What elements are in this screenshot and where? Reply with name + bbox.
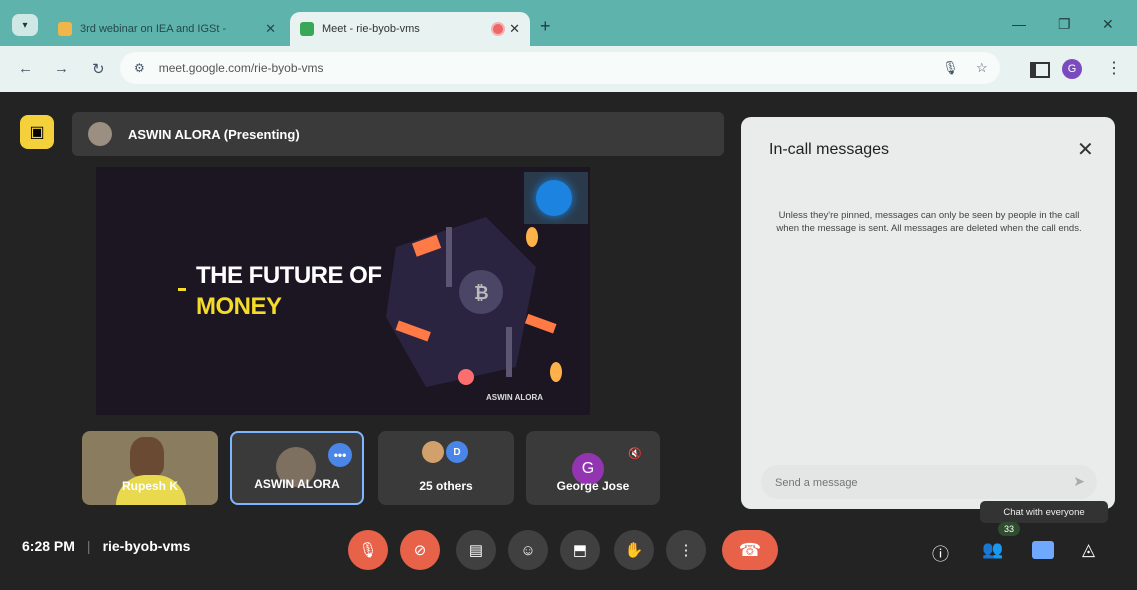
end-call-button[interactable]: ☎	[722, 530, 778, 570]
captions-off-icon[interactable]: ▣	[20, 115, 54, 149]
camera-off-button[interactable]: ⊘	[400, 530, 440, 570]
url-text: meet.google.com/rie-byob-vms	[158, 61, 324, 75]
tab-meet[interactable]: Meet - rie-byob-vms ✕	[290, 12, 530, 46]
slide-footer: ASWIN ALORA	[486, 393, 544, 402]
browser-menu-icon[interactable]: ⋮	[1106, 58, 1122, 78]
panel-info-text: Unless they're pinned, messages can only…	[776, 210, 1082, 234]
participant-tile[interactable]: Rupesh K	[82, 431, 218, 505]
separator: |	[86, 538, 91, 554]
emoji-button[interactable]: ☺	[508, 530, 548, 570]
others-tile[interactable]: D 25 others	[378, 431, 514, 505]
presenter-bar: ASWIN ALORA (Presenting)	[72, 112, 724, 156]
activities-icon[interactable]: ◬	[1082, 540, 1095, 560]
in-call-messages-panel: In-call messages ✕ Unless they're pinned…	[741, 117, 1115, 509]
tab-favicon-icon	[58, 22, 72, 36]
chat-tooltip: Chat with everyone	[980, 501, 1108, 523]
captions-button[interactable]: ▤	[456, 530, 496, 570]
avatar	[130, 437, 164, 477]
participant-name: ASWIN ALORA	[254, 477, 340, 491]
present-button[interactable]: ⬒	[560, 530, 600, 570]
send-icon[interactable]: ➤	[1073, 473, 1085, 490]
people-icon[interactable]: 👥	[982, 540, 1003, 560]
participant-name: George Jose	[556, 479, 630, 493]
slide-title-line2: MONEY	[196, 293, 282, 320]
panel-title: In-call messages	[769, 141, 890, 158]
close-window-icon[interactable]: ✕	[1102, 16, 1114, 33]
mic-off-button[interactable]: 🎙	[348, 530, 388, 570]
tab-title: 3rd webinar on IEA and IGSt -	[80, 23, 227, 35]
participant-tile-selected[interactable]: ••• ASWIN ALORA	[230, 431, 364, 505]
close-icon[interactable]: ✕	[509, 21, 520, 37]
side-panel-icon[interactable]	[1030, 62, 1050, 78]
crypto-illustration: ₿	[178, 217, 562, 387]
recording-indicator-icon	[493, 24, 504, 34]
svg-text:₿: ₿	[474, 283, 489, 303]
forward-icon[interactable]: →	[54, 60, 69, 77]
back-icon[interactable]: ←	[18, 60, 33, 77]
avatar	[422, 441, 444, 463]
avatar-letter: D	[446, 441, 468, 463]
slide-title-line1: THE FUTURE OF	[196, 262, 382, 289]
chat-icon[interactable]	[1032, 541, 1054, 559]
meet-favicon-icon	[300, 22, 314, 36]
browser-tab-strip: ▾ 3rd webinar on IEA and IGSt - ✕ Meet -…	[0, 0, 1137, 46]
more-options-icon[interactable]: •••	[328, 443, 352, 467]
meeting-details: 6:28 PM | rie-byob-vms	[22, 538, 190, 554]
minimize-icon[interactable]: —	[1012, 16, 1026, 32]
more-options-button[interactable]: ⋮	[666, 530, 706, 570]
reload-icon[interactable]: ↻	[92, 60, 105, 78]
tab-title: Meet - rie-byob-vms	[322, 23, 420, 35]
tab-webinar[interactable]: 3rd webinar on IEA and IGSt - ✕	[48, 12, 286, 46]
bookmark-star-icon[interactable]: ☆	[976, 60, 988, 76]
presentation-slide: ₿ THE FUTURE OF MONEY ASWIN ALORA	[96, 167, 590, 415]
site-info-icon[interactable]: ⚙	[134, 61, 145, 75]
message-input[interactable]	[773, 465, 1047, 501]
address-bar[interactable]: ⚙ meet.google.com/rie-byob-vms 🎙 ☆	[120, 52, 1000, 84]
close-icon[interactable]: ✕	[1077, 137, 1094, 162]
close-icon[interactable]: ✕	[265, 21, 276, 37]
avatar	[88, 122, 112, 146]
tab-search-button[interactable]: ▾	[12, 14, 38, 36]
meeting-info-icon[interactable]: ⓘ	[932, 540, 949, 565]
browser-toolbar: ← → ↻ ⚙ meet.google.com/rie-byob-vms 🎙 ☆…	[0, 46, 1137, 92]
participants-count-badge: 33	[998, 522, 1020, 536]
participant-tile[interactable]: G 🔇 George Jose	[526, 431, 660, 505]
profile-avatar[interactable]: G	[1062, 59, 1082, 79]
mic-icon[interactable]: 🎙	[942, 60, 959, 76]
message-input-wrapper: ➤	[761, 465, 1097, 501]
presenter-label: ASWIN ALORA (Presenting)	[128, 126, 300, 142]
mic-muted-icon: 🔇	[628, 448, 642, 460]
restore-icon[interactable]: ❐	[1058, 16, 1071, 33]
raise-hand-button[interactable]: ✋	[614, 530, 654, 570]
others-count: 25 others	[419, 479, 473, 493]
new-tab-button[interactable]: +	[540, 16, 551, 37]
current-time: 6:28 PM	[22, 538, 75, 554]
participant-name: Rupesh K	[121, 479, 178, 493]
meeting-code: rie-byob-vms	[102, 538, 191, 554]
